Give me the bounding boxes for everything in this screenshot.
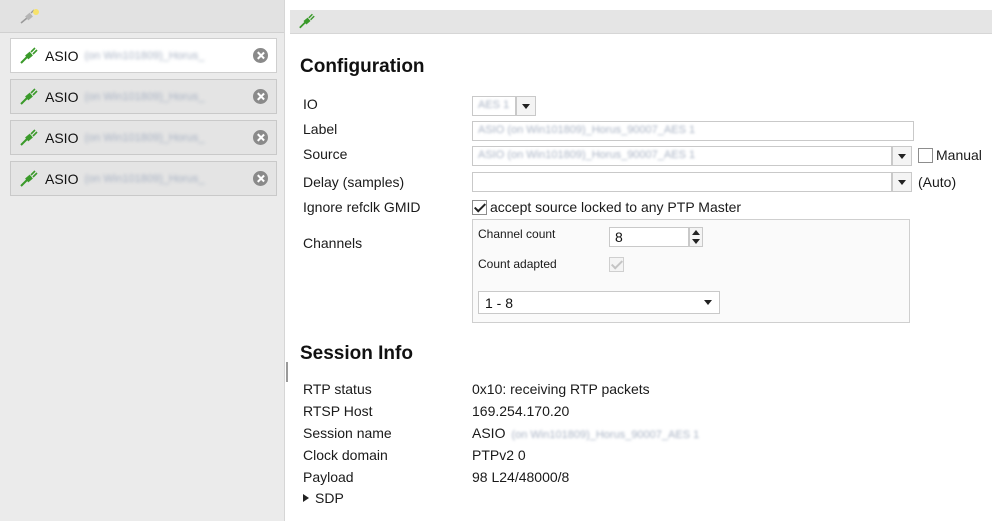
rtp-status-value: 0x10: receiving RTP packets [472,381,650,397]
channel-count-label: Channel count [478,227,556,241]
io-select[interactable]: AES 1 [472,96,516,116]
label-label: Label [303,121,338,137]
rtsp-host-value: 169.254.170.20 [472,403,570,419]
chevron-down-icon [704,300,712,305]
channels-label: Channels [303,235,363,251]
configuration-heading: Configuration [300,56,425,77]
session-item-detail: (on Win101809)_Horus_ [84,49,205,62]
session-item-label: ASIO [45,129,79,146]
source-field[interactable]: ASIO (on Win101809)_Horus_90007_AES 1 [472,146,892,166]
close-icon[interactable] [253,171,268,186]
channel-range-select[interactable]: 1 - 8 [478,291,720,314]
session-item[interactable]: ASIO (on Win101809)_Horus_ [10,120,277,155]
delay-label: Delay (samples) [303,174,405,190]
session-detail-panel: Configuration IO AES 1 Label ASIO (on Wi… [290,0,992,521]
sessions-sidebar: ASIO (on Win101809)_Horus_ ASIO (on Win1… [0,0,285,521]
main-toolbar [290,10,992,34]
plug-icon [20,87,38,105]
ignore-refclk-checkbox-label: accept source locked to any PTP Master [490,199,742,215]
session-name-label: Session name [303,425,392,441]
ignore-refclk-checkbox[interactable] [472,200,487,215]
manual-label: Manual [936,147,982,163]
sidebar-toolbar [0,0,284,33]
rtsp-host-label: RTSP Host [303,403,373,419]
sdp-toggle[interactable]: SDP [303,490,344,506]
payload-value: 98 L24/48000/8 [472,469,570,485]
chevron-down-icon[interactable] [892,172,912,192]
count-adapted-label: Count adapted [478,257,557,271]
channels-group: Channel count 8 Count adapted 1 - 8 [472,219,910,323]
panel-splitter[interactable] [286,362,288,382]
session-info-heading: Session Info [300,343,413,364]
chevron-down-icon[interactable] [892,146,912,166]
plug-icon[interactable] [298,13,316,33]
session-item-label: ASIO [45,47,79,64]
sdp-label: SDP [315,490,344,506]
ignore-refclk-label: Ignore refclk GMID [303,199,421,215]
clock-domain-value: PTPv2 0 [472,447,526,463]
channel-count-stepper[interactable] [689,227,703,247]
payload-label: Payload [303,469,354,485]
close-icon[interactable] [253,130,268,145]
plug-icon [20,169,38,187]
io-label: IO [303,96,318,112]
count-adapted-checkbox [609,257,624,272]
session-item[interactable]: ASIO (on Win101809)_Horus_ [10,38,277,73]
expand-triangle-icon [303,494,309,502]
delay-auto-label: (Auto) [918,174,957,190]
session-item-detail: (on Win101809)_Horus_ [84,131,205,144]
session-name-value: ASIO (on Win101809)_Horus_90007_AES 1 [472,425,700,441]
close-icon[interactable] [253,48,268,63]
rtp-status-label: RTP status [303,381,372,397]
plug-icon [20,128,38,146]
session-list: ASIO (on Win101809)_Horus_ ASIO (on Win1… [0,33,284,196]
chevron-down-icon[interactable] [516,96,536,116]
delay-field[interactable] [472,172,892,192]
plug-icon [20,46,38,64]
label-field[interactable]: ASIO (on Win101809)_Horus_90007_AES 1 [472,121,914,141]
session-item[interactable]: ASIO (on Win101809)_Horus_ [10,79,277,114]
session-item-detail: (on Win101809)_Horus_ [84,172,205,185]
close-icon[interactable] [253,89,268,104]
manual-checkbox[interactable] [918,148,933,163]
channel-range-value: 1 - 8 [485,295,514,311]
plug-add-icon[interactable] [18,9,40,28]
session-item-label: ASIO [45,170,79,187]
session-item[interactable]: ASIO (on Win101809)_Horus_ [10,161,277,196]
session-item-detail: (on Win101809)_Horus_ [84,90,205,103]
source-label: Source [303,146,348,162]
session-item-label: ASIO [45,88,79,105]
channel-count-input[interactable]: 8 [609,227,689,247]
clock-domain-label: Clock domain [303,447,388,463]
